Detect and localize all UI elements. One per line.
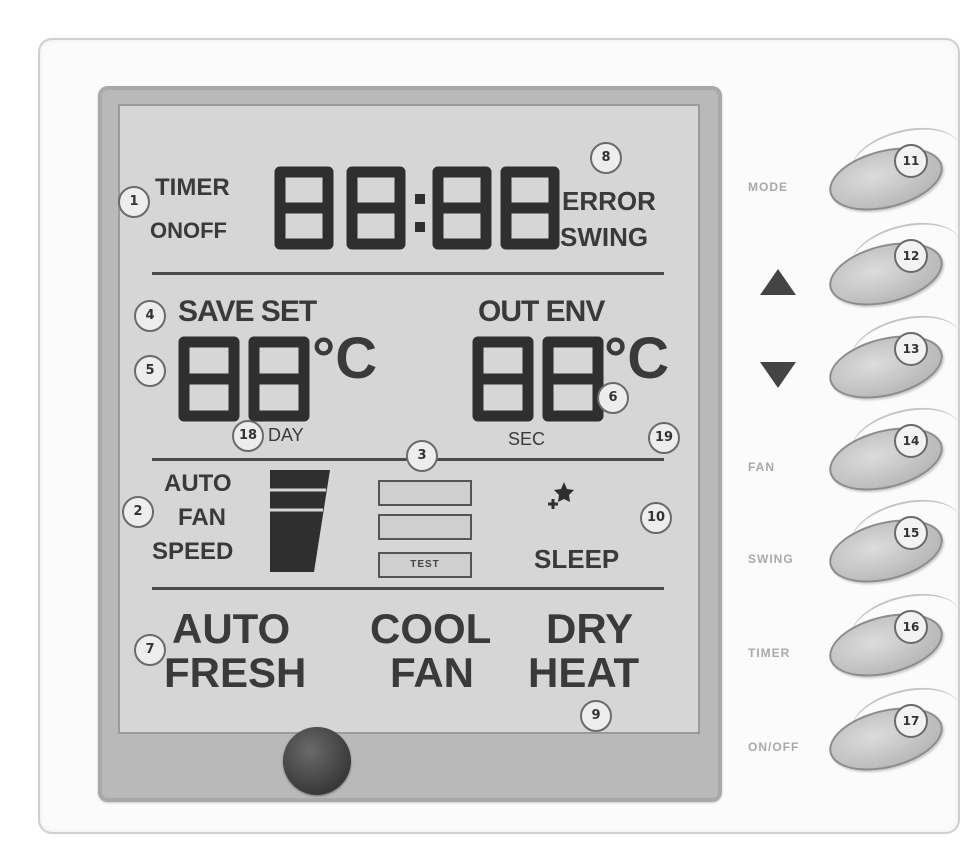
onoff-label: ONOFF [150, 218, 227, 243]
timer-label: TIMER [155, 174, 230, 201]
test-indicator: TEST [378, 552, 472, 578]
out-env-label: OUT ENV [478, 295, 605, 328]
control-knob[interactable] [283, 727, 351, 795]
callout-8-top: 8 [590, 142, 622, 174]
button-11-callout: 11 [894, 144, 928, 178]
mode-fan-label: FAN [390, 649, 474, 696]
button-13-callout: 13 [894, 332, 928, 366]
clock-display [270, 162, 560, 254]
callout-5: 5 [134, 355, 166, 387]
button-14-callout: 14 [894, 424, 928, 458]
set-temp-display [176, 334, 316, 424]
callout-3: 3 [406, 440, 438, 472]
button-14-label: FAN [748, 460, 775, 474]
mode-auto-label: AUTO [172, 605, 291, 652]
day-label: DAY [268, 425, 304, 445]
fan-speed-label: SPEED [152, 538, 234, 565]
sleep-label: SLEEP [534, 544, 620, 574]
down-triangle-icon [760, 362, 796, 388]
button-16-callout: 16 [894, 610, 928, 644]
callout-2: 2 [122, 496, 154, 528]
indicator-box-1 [378, 480, 472, 506]
divider-1 [152, 272, 664, 275]
error-label: ERROR [562, 186, 656, 216]
callout-7: 7 [134, 634, 166, 666]
button-17-label: ON/OFF [748, 740, 800, 754]
callout-18: 18 [232, 420, 264, 452]
callout-19: 19 [648, 422, 680, 454]
callout-10: 10 [640, 502, 672, 534]
mode-dry-label: DRY [546, 605, 634, 652]
up-triangle-icon [760, 269, 796, 295]
save-set-label: SAVE SET [178, 295, 317, 328]
button-12-callout: 12 [894, 239, 928, 273]
button-15-label: SWING [748, 552, 794, 566]
callout-1: 1 [118, 186, 150, 218]
fan-auto-label: AUTO [164, 470, 232, 497]
mode-fresh-label: FRESH [164, 649, 307, 696]
env-temp-unit: °C [604, 326, 670, 391]
sleep-moon-icon [538, 470, 634, 548]
mode-heat-label: HEAT [528, 649, 640, 696]
mode-cool-label: COOL [370, 605, 492, 652]
button-11-label: MODE [748, 180, 788, 194]
indicator-box-2 [378, 514, 472, 540]
button-15-callout: 15 [894, 516, 928, 550]
button-16-label: TIMER [748, 646, 791, 660]
swing-label: SWING [560, 222, 649, 252]
sec-label: SEC [508, 429, 546, 449]
fan-speed-bar [268, 468, 332, 574]
button-17-callout: 17 [894, 704, 928, 738]
callout-9: 9 [580, 700, 612, 732]
callout-6: 6 [597, 382, 629, 414]
fan-fan-label: FAN [178, 504, 226, 531]
set-temp-unit: °C [312, 326, 378, 391]
env-temp-display [470, 334, 610, 424]
callout-4: 4 [134, 300, 166, 332]
divider-3 [152, 587, 664, 590]
